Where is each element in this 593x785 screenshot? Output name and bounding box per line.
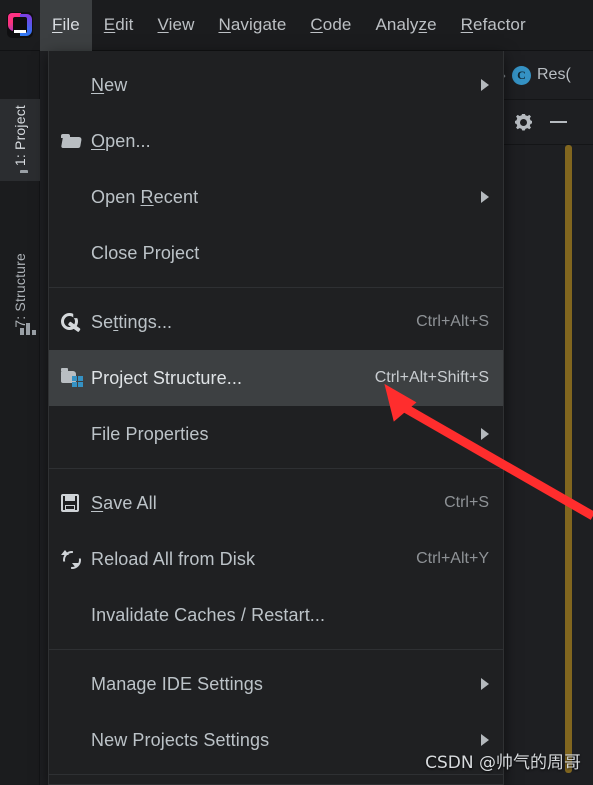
left-tool-strip: 1: Project 7: Structure	[0, 51, 40, 785]
menubar-item-view-label: View	[157, 15, 195, 34]
breadcrumb-label: Res(	[537, 66, 571, 83]
menu-item-open-label: Open...	[91, 130, 151, 151]
menubar-item-code[interactable]: Code	[298, 0, 363, 51]
menu-item-close-project[interactable]: Close Project	[49, 225, 503, 281]
menubar-item-navigate[interactable]: Navigate	[206, 0, 298, 51]
menu-item-open[interactable]: Open...	[49, 113, 503, 169]
submenu-arrow-icon	[481, 428, 489, 440]
menu-group-2: Settings... Ctrl+Alt+S Project Structure…	[49, 288, 503, 468]
menu-item-close-project-label: Close Project	[91, 242, 200, 263]
breadcrumb[interactable]: › C Res(	[497, 51, 593, 100]
menu-group-5: Export	[49, 775, 503, 785]
menu-item-reload-all-from-disk-label: Reload All from Disk	[91, 548, 256, 569]
menubar-item-code-label: Code	[310, 15, 352, 34]
menu-item-save-all-label: Save All	[91, 492, 157, 513]
gear-icon[interactable]	[515, 114, 532, 131]
menu-item-reload-all-from-disk-shortcut: Ctrl+Alt+Y	[416, 550, 489, 567]
menubar-item-refactor-label: Refactor	[460, 15, 526, 34]
menu-item-reload-all-from-disk[interactable]: Reload All from Disk Ctrl+Alt+Y	[49, 531, 503, 587]
intellij-idea-logo-icon	[0, 0, 40, 51]
ide-window: › C Res( 1: Project 7: Structure	[0, 0, 593, 785]
submenu-arrow-icon	[481, 678, 489, 690]
menubar-item-file-label: File	[52, 15, 80, 34]
watermark-text: CSDN @帅气的周哥	[425, 753, 581, 773]
menu-item-project-structure-shortcut: Ctrl+Alt+Shift+S	[374, 369, 489, 386]
menu-item-file-properties-label: File Properties	[91, 423, 209, 444]
menu-item-new-projects-settings-label: New Projects Settings	[91, 729, 270, 750]
menu-item-export[interactable]: Export	[49, 781, 503, 785]
menu-item-open-recent-label: Open Recent	[91, 186, 199, 207]
file-menu-dropdown: New Open... Open Recent Close Project Se…	[48, 51, 504, 785]
menubar-item-view[interactable]: View	[146, 0, 207, 51]
sidebar-item-project[interactable]: 1: Project	[0, 99, 40, 182]
save-icon	[61, 494, 91, 512]
menu-bar: File Edit View Navigate Code Analyze Ref…	[0, 0, 593, 51]
menubar-item-file[interactable]: File	[40, 0, 92, 51]
menu-item-invalidate-caches-label: Invalidate Caches / Restart...	[91, 604, 326, 625]
menu-item-settings-shortcut: Ctrl+Alt+S	[416, 313, 489, 330]
menu-item-new[interactable]: New	[49, 57, 503, 113]
menubar-item-edit[interactable]: Edit	[92, 0, 146, 51]
submenu-arrow-icon	[481, 191, 489, 203]
menu-group-3: Save All Ctrl+S Reload All from Disk Ctr…	[49, 469, 503, 649]
menu-item-save-all-shortcut: Ctrl+S	[444, 494, 489, 511]
submenu-arrow-icon	[481, 79, 489, 91]
reload-icon	[61, 550, 91, 568]
menu-item-new-label: New	[91, 74, 128, 95]
menu-item-project-structure[interactable]: Project Structure... Ctrl+Alt+Shift+S	[49, 350, 503, 406]
menubar-item-analyze[interactable]: Analyze	[363, 0, 448, 51]
menubar-item-refactor[interactable]: Refactor	[449, 0, 538, 51]
class-icon: C	[512, 65, 531, 85]
submenu-arrow-icon	[481, 734, 489, 746]
menu-item-open-recent[interactable]: Open Recent	[49, 169, 503, 225]
menubar-item-edit-label: Edit	[103, 15, 134, 34]
project-structure-icon	[61, 367, 91, 387]
sidebar-item-structure-label: 7: Structure	[12, 253, 28, 328]
menu-group-1: New Open... Open Recent Close Project	[49, 51, 503, 287]
menu-item-file-properties[interactable]: File Properties	[49, 406, 503, 462]
menu-item-project-structure-label: Project Structure...	[91, 367, 243, 388]
minimize-icon[interactable]	[550, 121, 567, 123]
menubar-item-analyze-label: Analyze	[375, 15, 437, 34]
sidebar-item-project-label: 1: Project	[12, 105, 28, 167]
menu-item-settings[interactable]: Settings... Ctrl+Alt+S	[49, 294, 503, 350]
vertical-scrollbar[interactable]	[565, 145, 572, 773]
menubar-item-navigate-label: Navigate	[218, 15, 287, 34]
sidebar-item-structure[interactable]: 7: Structure	[0, 247, 40, 343]
menu-item-settings-label: Settings...	[91, 311, 173, 332]
toolwindow-header	[497, 100, 593, 145]
wrench-icon	[61, 313, 91, 331]
open-folder-icon	[61, 134, 91, 148]
menu-item-manage-ide-settings-label: Manage IDE Settings	[91, 673, 263, 694]
menu-item-invalidate-caches[interactable]: Invalidate Caches / Restart...	[49, 587, 503, 643]
menu-item-manage-ide-settings[interactable]: Manage IDE Settings	[49, 656, 503, 712]
menu-item-save-all[interactable]: Save All Ctrl+S	[49, 475, 503, 531]
